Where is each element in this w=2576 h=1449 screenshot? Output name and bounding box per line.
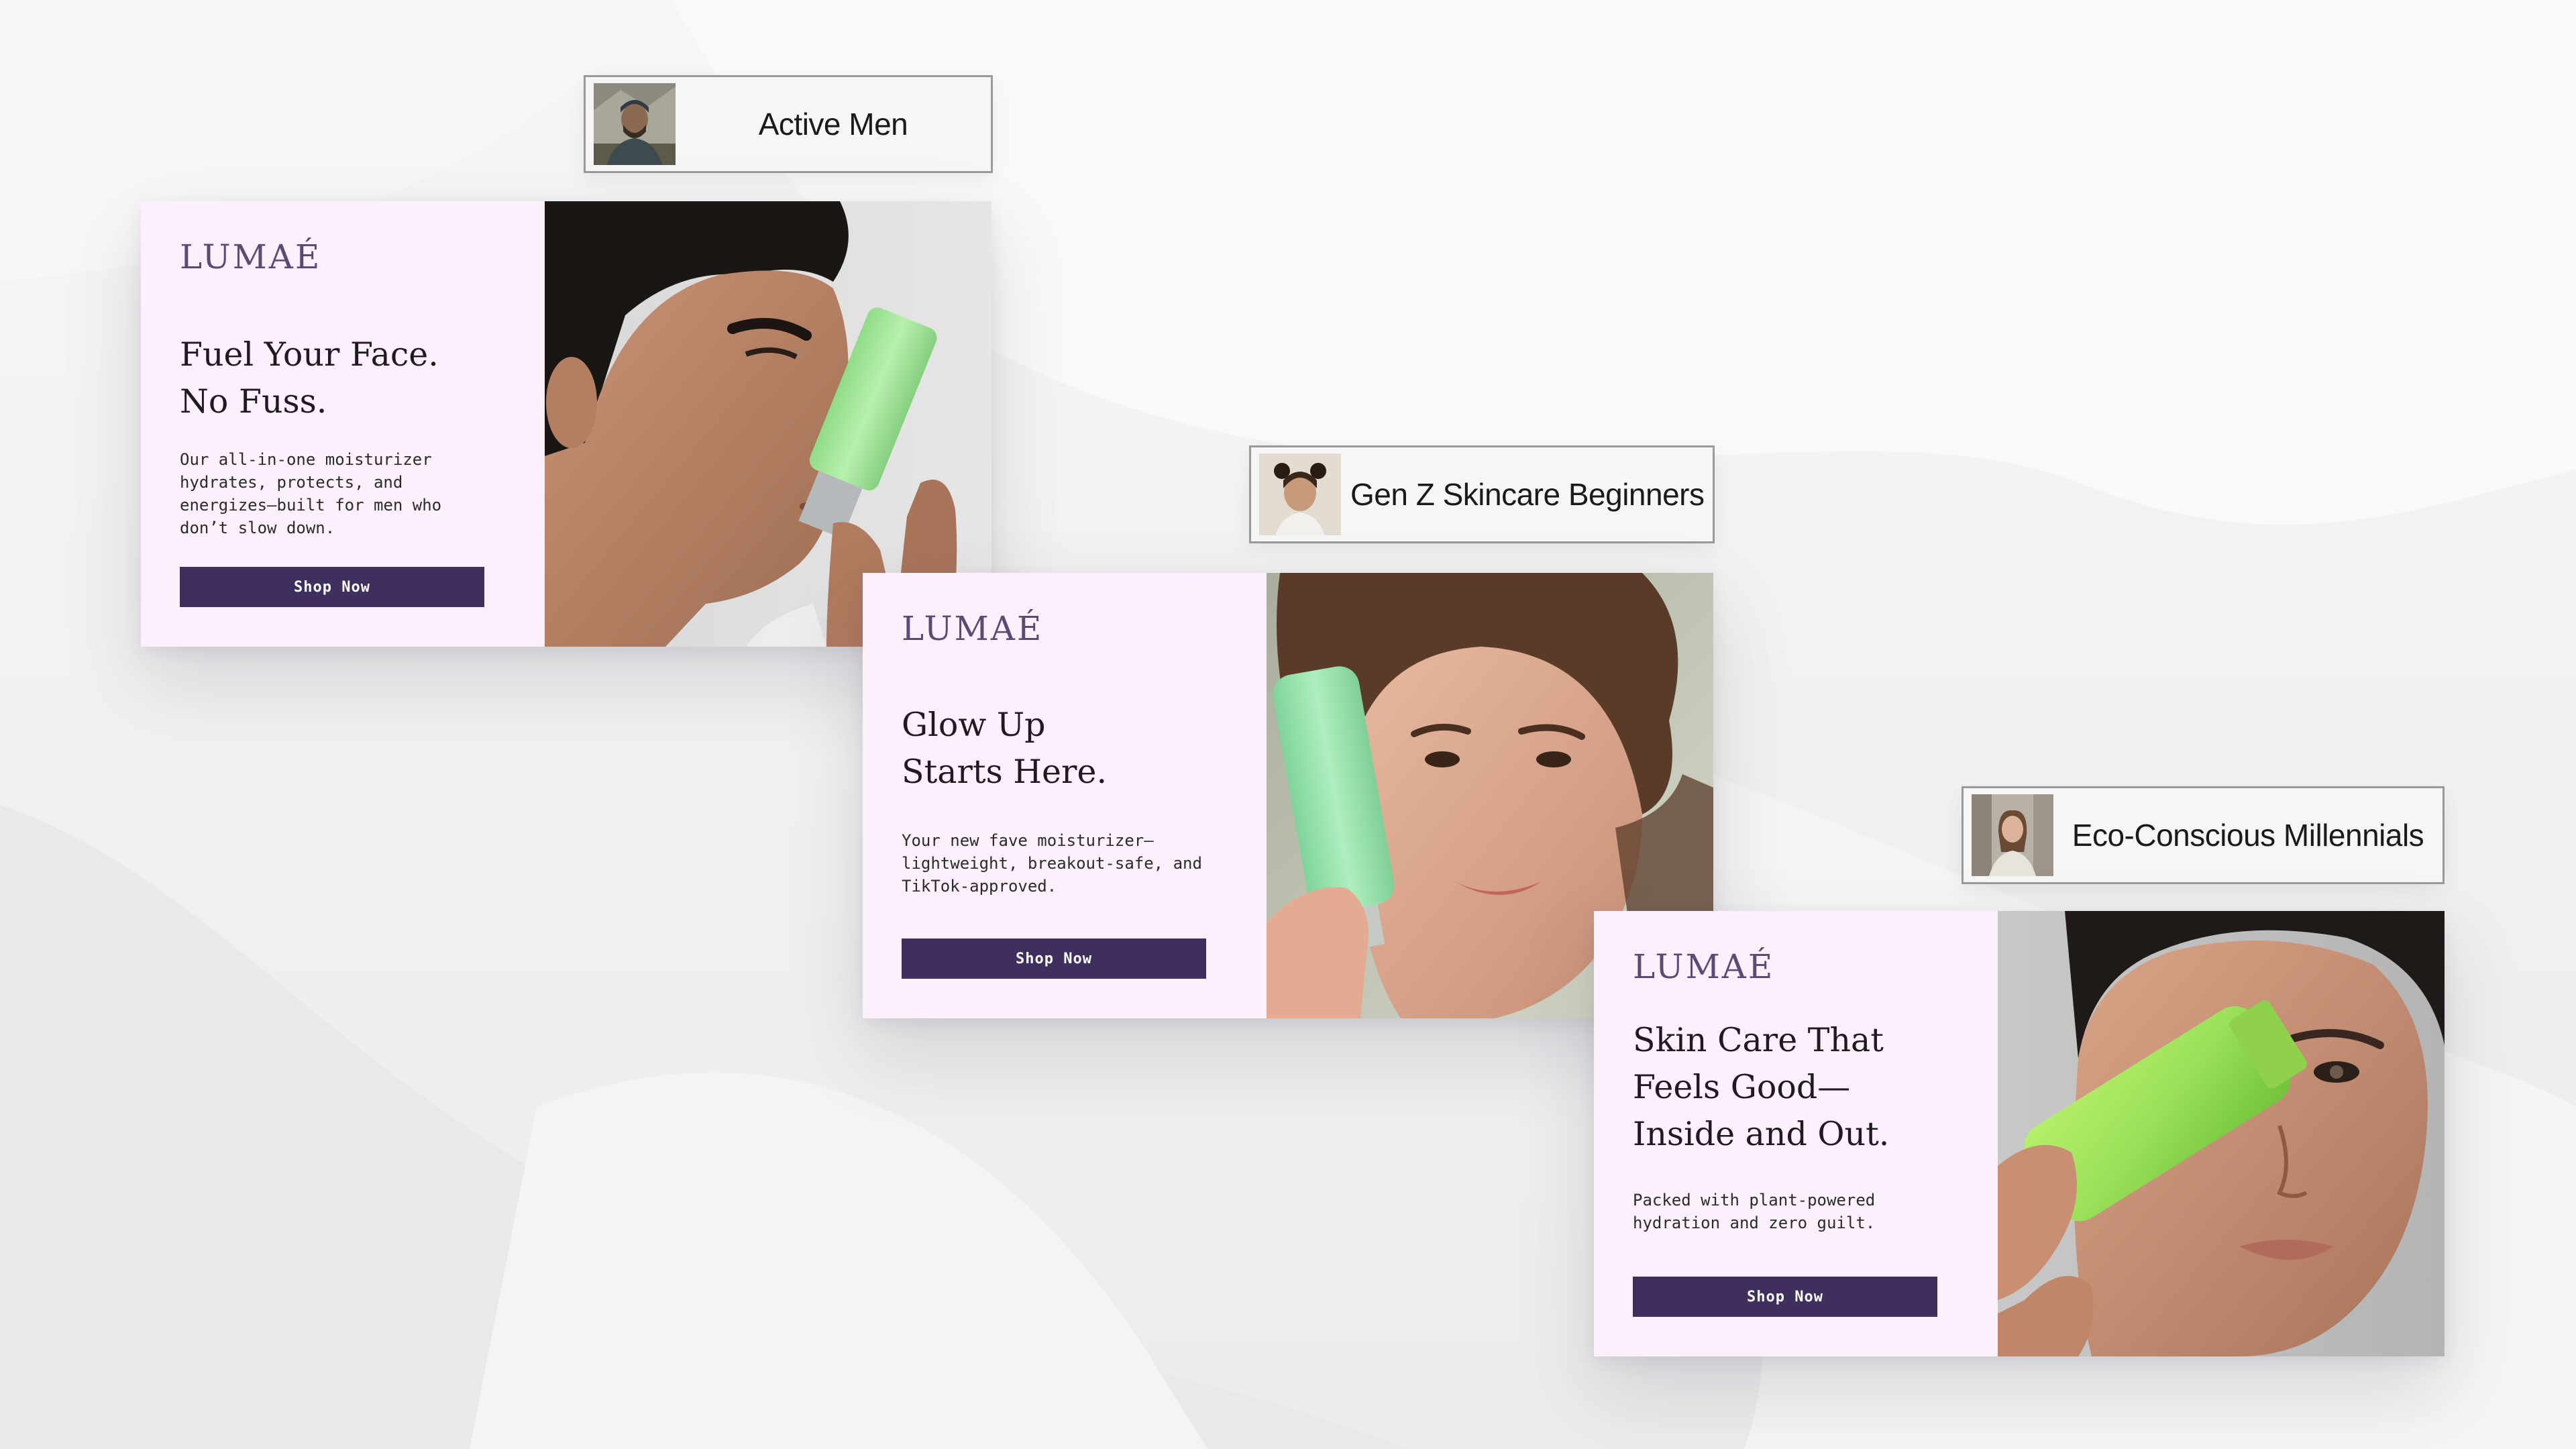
audience-tag-eco-millennials[interactable]: Eco-Conscious Millennials [1962, 786, 2445, 884]
headline-line: Glow Up [902, 702, 1250, 749]
headline-line: Fuel Your Face. [180, 331, 529, 378]
audience-tag-gen-z[interactable]: Gen Z Skincare Beginners [1249, 445, 1715, 543]
brand-logo: LUMAÉ [1633, 947, 1774, 986]
headline-line: Feels Good— [1633, 1064, 1982, 1111]
headline-line: Skin Care That [1633, 1017, 1982, 1064]
ad-copy-panel: LUMAÉ Glow Up Starts Here. Your new fave… [863, 573, 1267, 1018]
ad-body-text: Packed with plant-powered hydration and … [1633, 1189, 1941, 1234]
ad-headline: Fuel Your Face. No Fuss. [180, 331, 529, 425]
man-hiker-portrait-icon [594, 83, 676, 165]
ad-body-text: Your new fave moisturizer—lightweight, b… [902, 829, 1210, 898]
shop-now-button[interactable]: Shop Now [180, 567, 484, 607]
ad-copy-panel: LUMAÉ Fuel Your Face. No Fuss. Our all-i… [141, 201, 545, 647]
ad-card-gen-z: LUMAÉ Glow Up Starts Here. Your new fave… [863, 573, 1713, 1018]
ad-headline: Glow Up Starts Here. [902, 702, 1250, 796]
headline-line: Inside and Out. [1633, 1111, 1982, 1158]
audience-label: Gen Z Skincare Beginners [1341, 476, 1714, 513]
woman-city-portrait-icon [1972, 794, 2053, 876]
ad-body-text: Our all-in-one moisturizer hydrates, pro… [180, 448, 488, 539]
ad-card-eco-millennials: LUMAÉ Skin Care That Feels Good— Inside … [1594, 911, 2445, 1356]
woman-holding-tube-over-eye-icon [1998, 911, 2445, 1356]
audience-tag-active-men[interactable]: Active Men [584, 75, 993, 173]
headline-line: Starts Here. [902, 749, 1250, 796]
audience-label: Active Men [676, 106, 991, 142]
young-woman-portrait-icon [1259, 453, 1341, 535]
shop-now-button[interactable]: Shop Now [902, 938, 1206, 979]
headline-line: No Fuss. [180, 378, 529, 425]
audience-label: Eco-Conscious Millennials [2053, 817, 2443, 853]
brand-logo: LUMAÉ [902, 609, 1043, 648]
ad-variants-canvas: Active Men LUMAÉ Fuel Your Face. No Fuss… [0, 0, 2576, 1449]
brand-logo: LUMAÉ [180, 237, 321, 276]
ad-headline: Skin Care That Feels Good— Inside and Ou… [1633, 1017, 1982, 1158]
shop-now-button[interactable]: Shop Now [1633, 1277, 1937, 1317]
ad-copy-panel: LUMAÉ Skin Care That Feels Good— Inside … [1594, 911, 1998, 1356]
